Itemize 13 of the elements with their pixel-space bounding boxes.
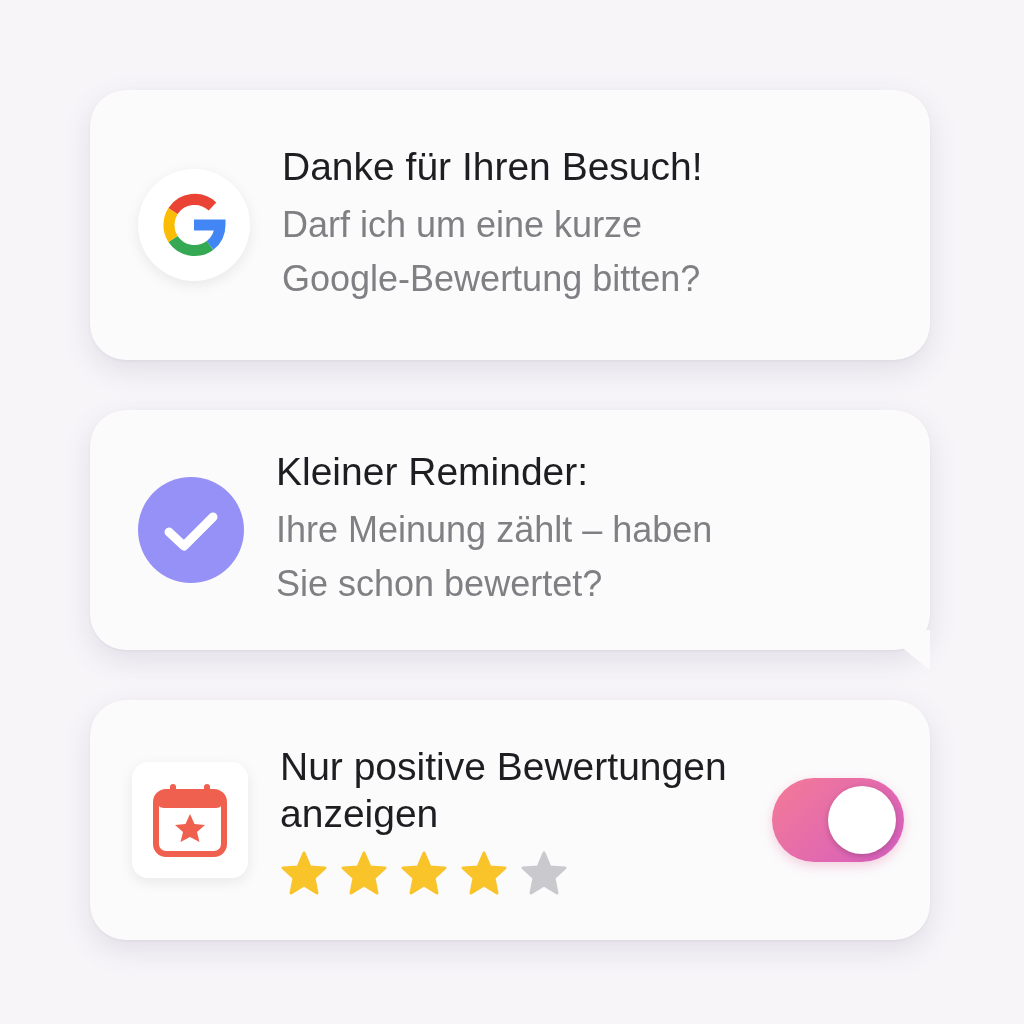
filled-star-icon <box>460 849 508 896</box>
star-rating[interactable] <box>280 849 568 896</box>
filled-star-icon <box>280 849 328 896</box>
checkmark-icon <box>138 477 244 583</box>
empty-star-icon <box>520 849 568 896</box>
filled-star-icon <box>340 849 388 896</box>
card-message: Darf ich um eine kurze Google-Bewertung bitten? <box>282 203 702 302</box>
card-title: Nur positive Bewertungen anzeigen <box>280 744 728 837</box>
card-title: Danke für Ihren Besuch! <box>282 143 704 190</box>
toggle-switch[interactable] <box>772 778 904 862</box>
card-title: Kleiner Reminder: <box>276 448 590 495</box>
card-message: Ihre Meinung zählt – haben Sie schon bewertet? <box>276 508 714 607</box>
filled-star-icon <box>400 849 448 896</box>
